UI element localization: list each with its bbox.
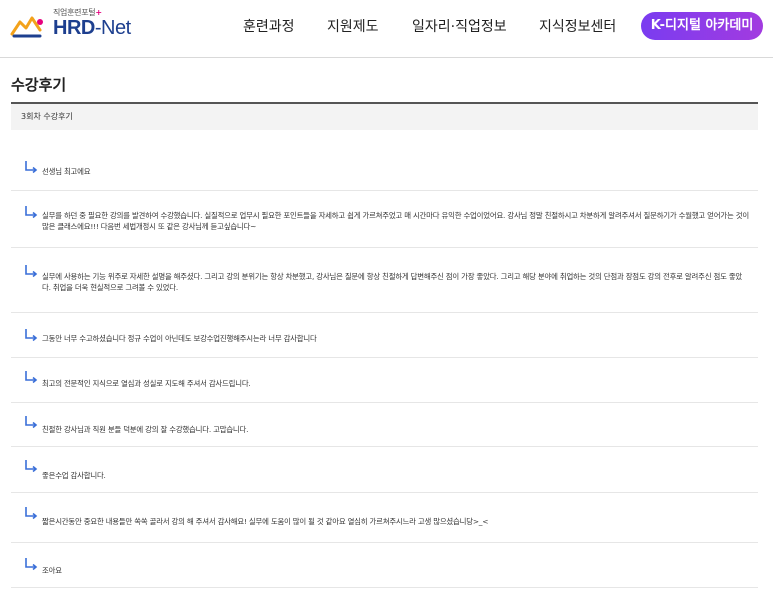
review-item: 좋은수업 감사합니다. [11, 447, 758, 493]
reply-arrow-icon [25, 460, 38, 473]
review-text: 그동안 너무 수고하셨습니다 정규 수업이 아닌데도 보강수업진행해주시는라 너… [42, 334, 317, 343]
reply-arrow-icon [25, 416, 38, 429]
nav-training-courses[interactable]: 훈련과정 [243, 14, 295, 40]
hrd-net-logo[interactable]: 직업훈련포털+ HRD-Net [10, 4, 150, 48]
review-text: 조아요 [42, 566, 62, 575]
page-title: 수강후기 [11, 76, 67, 94]
review-item: 조아요 [11, 543, 758, 588]
review-text: 선생님 최고에요 [42, 167, 91, 176]
hrd-net-logo-icon [10, 16, 43, 38]
nav-support-system[interactable]: 지원제도 [327, 14, 379, 40]
review-text: 짧은시간동안 중요한 내용들만 쏙쏙 골라서 강의 해 주셔서 감사해요! 실무… [42, 517, 489, 526]
reply-arrow-icon [25, 371, 38, 384]
reply-arrow-icon [25, 507, 38, 520]
review-text: 친절한 강사님과 직원 분들 덕분에 강의 잘 수강했습니다. 고맙습니다. [42, 425, 249, 434]
section-header: 3회차 수강후기 [11, 102, 758, 130]
section-title: 3회차 수강후기 [21, 112, 73, 121]
review-item: 실무를 하던 중 필요한 강의를 발견하여 수강했습니다. 실질적으로 업무시 … [11, 191, 758, 248]
reply-arrow-icon [25, 206, 38, 219]
nav-jobs-info[interactable]: 일자리·직업정보 [412, 14, 507, 40]
review-item: 선생님 최고에요 [11, 148, 758, 191]
site-header: 직업훈련포털+ HRD-Net 훈련과정 지원제도 일자리·직업정보 지식정보센… [0, 0, 773, 58]
review-item: 실무에 사용하는 기능 위주로 자세한 설명을 해주셨다. 그리고 강의 분위기… [11, 248, 758, 313]
review-text: 좋은수업 감사합니다. [42, 471, 106, 480]
logo-title: HRD-Net [53, 17, 131, 39]
review-text: 실무를 하던 중 필요한 강의를 발견하여 수강했습니다. 실질적으로 업무시 … [42, 211, 749, 231]
review-item: 그동안 너무 수고하셨습니다 정규 수업이 아닌데도 보강수업진행해주시는라 너… [11, 313, 758, 358]
reply-arrow-icon [25, 265, 38, 278]
reply-arrow-icon [25, 161, 38, 174]
reply-arrow-icon [25, 329, 38, 342]
review-text: 실무에 사용하는 기능 위주로 자세한 설명을 해주셨다. 그리고 강의 분위기… [42, 272, 743, 292]
review-item: 최고의 전문적인 지식으로 열심과 성실로 지도해 주셔서 감사드립니다. [11, 358, 758, 403]
nav-knowledge-center[interactable]: 지식정보센터 [539, 14, 616, 40]
reply-arrow-icon [25, 558, 38, 571]
review-item: 친절한 강사님과 직원 분들 덕분에 강의 잘 수강했습니다. 고맙습니다. [11, 403, 758, 447]
review-text: 최고의 전문적인 지식으로 열심과 성실로 지도해 주셔서 감사드립니다. [42, 379, 251, 388]
review-item: 짧은시간동안 중요한 내용들만 쏙쏙 골라서 강의 해 주셔서 감사해요! 실무… [11, 493, 758, 543]
k-digital-academy-button[interactable]: K-디지털 아카데미 [641, 12, 763, 40]
